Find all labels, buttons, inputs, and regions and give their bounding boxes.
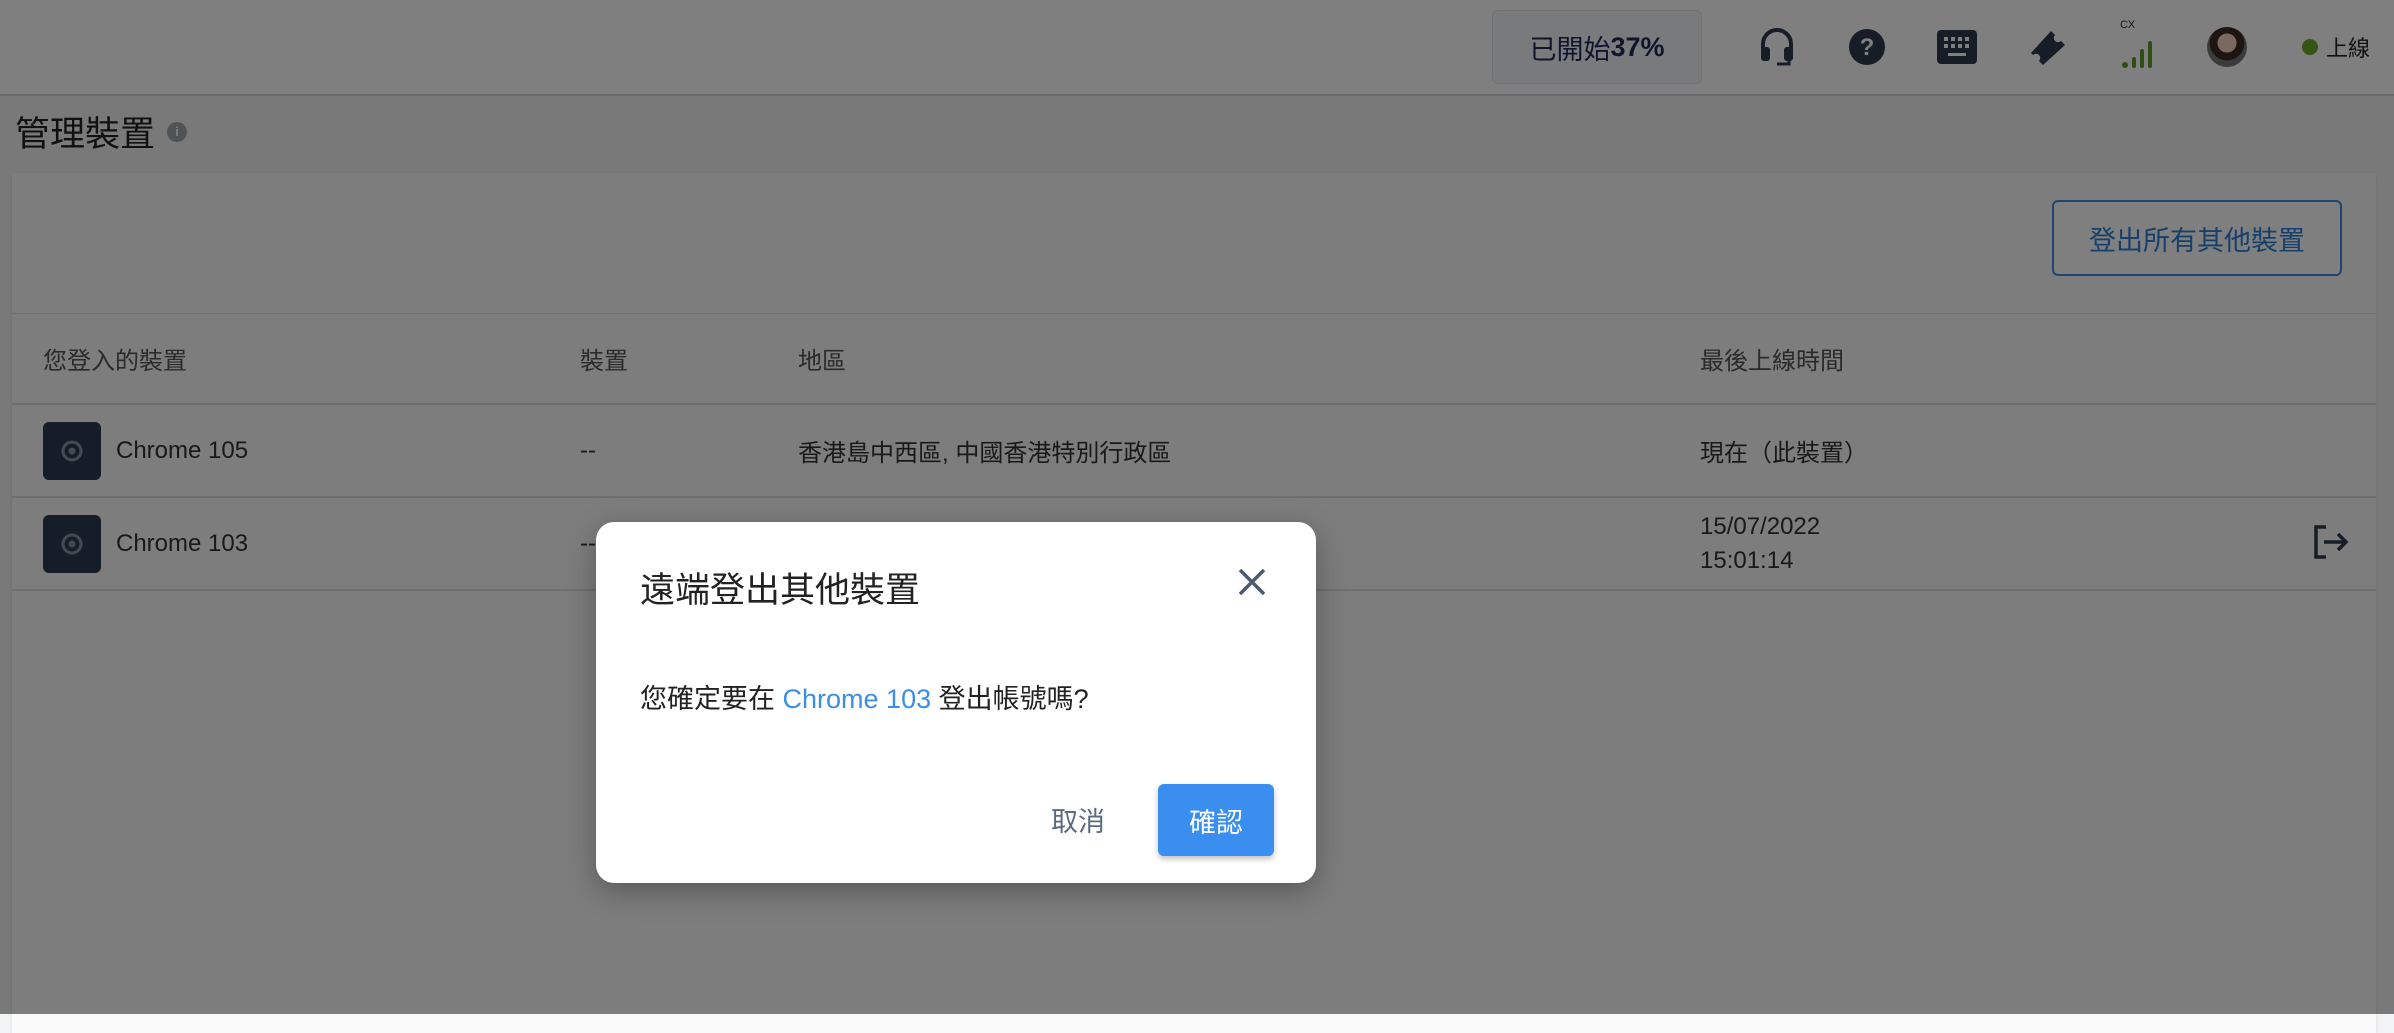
dialog-title: 遠端登出其他裝置	[640, 571, 921, 610]
cancel-button[interactable]: 取消	[1028, 782, 1128, 856]
dialog-message: 您確定要在 Chrome 103 登出帳號嗎?	[640, 677, 1089, 716]
message-suffix: 登出帳號嗎?	[931, 684, 1089, 714]
confirm-button[interactable]: 確認	[1158, 784, 1274, 856]
message-device: Chrome 103	[782, 684, 932, 714]
message-prefix: 您確定要在	[640, 684, 783, 714]
logout-confirm-dialog: 遠端登出其他裝置 您確定要在 Chrome 103 登出帳號嗎? 取消 確認	[596, 522, 1316, 883]
close-icon[interactable]	[1234, 564, 1270, 600]
